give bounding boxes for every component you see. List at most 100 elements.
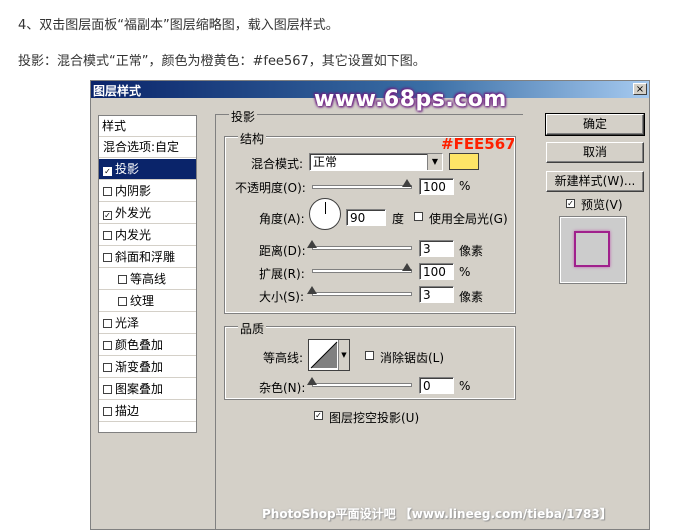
style-checkbox[interactable] [103, 187, 112, 196]
contour-dropdown-icon[interactable]: ▼ [338, 340, 349, 370]
noise-label: 杂色(N): [259, 381, 306, 395]
noise-input[interactable]: 0 [419, 377, 454, 394]
step-instruction: 4、双击图层面板“福副本”图层缩略图，载入图层样式。 [18, 18, 339, 33]
opacity-slider-track[interactable] [312, 185, 412, 189]
distance-unit: 像素 [459, 244, 484, 258]
style-list-item[interactable]: 混合选项:自定 [99, 137, 196, 158]
style-list-item-label: 光泽 [115, 316, 140, 330]
spread-slider-thumb[interactable] [402, 263, 412, 271]
style-list-item-label: 颜色叠加 [115, 338, 164, 352]
style-list-item[interactable]: 图案叠加 [99, 379, 196, 400]
style-preview-thumbnail [559, 216, 627, 284]
antialias-label: 消除锯齿(L) [380, 351, 445, 365]
knockout-label: 图层挖空投影(U) [329, 411, 420, 425]
cancel-button[interactable]: 取消 [546, 142, 644, 163]
section-title: 投影 [229, 108, 258, 125]
style-list-item-label: 图案叠加 [115, 382, 164, 396]
noise-slider-track[interactable] [312, 383, 412, 387]
ok-button[interactable]: 确定 [545, 113, 645, 136]
style-list-item[interactable]: 颜色叠加 [99, 335, 196, 356]
style-list-item-label: 等高线 [130, 272, 167, 286]
quality-legend: 品质 [238, 320, 267, 337]
size-slider-thumb[interactable] [307, 286, 317, 294]
spread-slider-track[interactable] [312, 269, 412, 273]
preview-label: 预览(V) [581, 198, 623, 212]
opacity-label: 不透明度(O): [235, 181, 306, 195]
angle-input[interactable]: 90 [346, 209, 386, 226]
dialog-title: 图层样式 [93, 84, 142, 98]
global-light-label: 使用全局光(G) [429, 212, 508, 226]
size-input[interactable]: 3 [419, 286, 454, 303]
antialias-checkbox[interactable] [365, 351, 374, 360]
spread-input[interactable]: 100 [419, 263, 454, 280]
style-list-item-label: 外发光 [115, 206, 152, 220]
size-label: 大小(S): [259, 290, 305, 304]
style-list-item-label: 内阴影 [115, 184, 152, 198]
style-list-item[interactable]: 等高线 [99, 269, 196, 290]
style-checkbox[interactable]: ✓ [103, 211, 112, 220]
style-list-item[interactable]: 渐变叠加 [99, 357, 196, 378]
style-checkbox[interactable] [103, 407, 112, 416]
contour-preview-icon [310, 341, 338, 369]
knockout-checkbox[interactable]: ✓ [314, 411, 323, 420]
style-list-item-label: 纹理 [130, 294, 155, 308]
contour-picker[interactable]: ▼ [308, 339, 350, 371]
angle-needle [325, 202, 326, 214]
style-list: 样式 混合选项:自定 ✓ 投影 内阴影 ✓ 外发光 内发光 斜面和浮雕 等高线 纹理 光泽 颜色叠加渐… [98, 115, 197, 433]
style-list-item-label: 内发光 [115, 228, 152, 242]
chevron-down-icon[interactable]: ▼ [427, 154, 442, 170]
global-light-checkbox[interactable] [414, 212, 423, 221]
color-swatch[interactable] [449, 153, 479, 170]
opacity-input[interactable]: 100 [419, 178, 454, 195]
style-list-item[interactable]: ✓ 外发光 [99, 203, 196, 224]
opacity-slider-thumb[interactable] [402, 179, 412, 187]
site-watermark: www.68ps.com [314, 87, 507, 112]
style-list-item[interactable]: 斜面和浮雕 [99, 247, 196, 268]
blend-mode-label: 混合模式: [251, 157, 304, 171]
preview-square [574, 231, 610, 267]
opacity-percent: % [459, 179, 471, 193]
blend-mode-select[interactable]: 正常 ▼ [309, 153, 443, 171]
style-checkbox[interactable] [103, 385, 112, 394]
structure-legend: 结构 [238, 130, 267, 147]
style-list-item[interactable]: 内发光 [99, 225, 196, 246]
size-unit: 像素 [459, 290, 484, 304]
style-checkbox[interactable] [118, 275, 127, 284]
style-checkbox[interactable] [103, 253, 112, 262]
noise-slider-thumb[interactable] [307, 377, 317, 385]
style-list-item[interactable]: 光泽 [99, 313, 196, 334]
blend-mode-value: 正常 [313, 155, 338, 169]
style-list-item-label: 混合选项:自定 [103, 140, 180, 154]
style-list-item[interactable]: 内阴影 [99, 181, 196, 202]
style-checkbox[interactable] [103, 341, 112, 350]
angle-dial[interactable] [309, 198, 341, 230]
spread-percent: % [459, 265, 471, 279]
layer-style-dialog: 图层样式 × www.68ps.com #FEE567 样式 混合选项:自定 ✓ 投… [90, 80, 650, 530]
preview-checkbox[interactable]: ✓ [566, 199, 575, 208]
size-slider-track[interactable] [312, 292, 412, 296]
contour-label: 等高线: [263, 351, 304, 365]
distance-slider-thumb[interactable] [307, 240, 317, 248]
footer-watermark: PhotoShop平面设计吧 【www.lineeg.com/tieba/178… [262, 507, 612, 521]
style-checkbox[interactable] [118, 297, 127, 306]
noise-percent: % [459, 379, 471, 393]
style-list-item[interactable]: ✓ 投影 [99, 159, 196, 180]
style-list-item-label: 描边 [115, 404, 140, 418]
close-button[interactable]: × [633, 83, 647, 95]
distance-input[interactable]: 3 [419, 240, 454, 257]
spread-label: 扩展(R): [259, 267, 305, 281]
style-list-item[interactable]: 纹理 [99, 291, 196, 312]
distance-label: 距离(D): [259, 244, 306, 258]
style-list-item-label: 投影 [115, 162, 140, 176]
style-checkbox[interactable] [103, 363, 112, 372]
angle-label: 角度(A): [259, 212, 305, 226]
style-list-item[interactable]: 描边 [99, 401, 196, 422]
new-style-button[interactable]: 新建样式(W)... [546, 171, 644, 192]
style-checkbox[interactable] [103, 231, 112, 240]
distance-slider-track[interactable] [312, 246, 412, 250]
style-checkbox[interactable]: ✓ [103, 167, 112, 176]
style-checkbox[interactable] [103, 319, 112, 328]
list-header[interactable]: 样式 [99, 116, 196, 137]
step-description: 投影：混合模式“正常”，颜色为橙黄色：#fee567，其它设置如下图。 [18, 54, 426, 69]
style-list-item-label: 斜面和浮雕 [115, 250, 176, 264]
